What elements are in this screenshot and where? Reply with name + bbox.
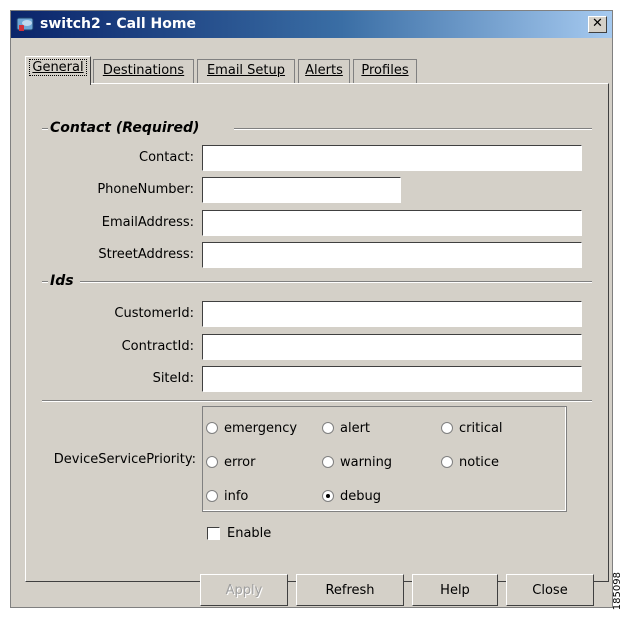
contract-id-label: ContractId: xyxy=(121,339,194,354)
window-title: switch2 - Call Home xyxy=(40,16,196,32)
email-address-label: EmailAddress: xyxy=(101,215,194,230)
contract-id-field[interactable] xyxy=(202,334,582,360)
radio-icon xyxy=(322,456,334,468)
priority-emergency-radio[interactable]: emergency xyxy=(206,419,297,437)
tab-profiles[interactable]: Profiles xyxy=(353,59,417,83)
street-address-field[interactable] xyxy=(202,242,582,268)
help-button[interactable]: Help xyxy=(412,574,498,606)
site-id-label: SiteId: xyxy=(152,371,194,386)
enable-checkbox[interactable]: Enable xyxy=(207,526,271,541)
customer-id-label: CustomerId: xyxy=(114,306,194,321)
radio-icon xyxy=(441,456,453,468)
priority-notice-radio[interactable]: notice xyxy=(441,453,499,471)
tab-general[interactable]: General xyxy=(25,56,91,85)
app-icon xyxy=(16,17,34,31)
close-window-button[interactable]: ✕ xyxy=(588,16,607,33)
tab-destinations[interactable]: Destinations xyxy=(93,59,194,83)
section-divider xyxy=(80,281,592,283)
device-service-priority-label: DeviceServicePriority: xyxy=(53,452,196,467)
tab-alerts[interactable]: Alerts xyxy=(298,59,350,83)
priority-info-radio[interactable]: info xyxy=(206,487,248,505)
call-home-dialog: switch2 - Call Home ✕ General Destinatio… xyxy=(10,10,613,608)
priority-radio-group: emergency alert critical error warning n… xyxy=(202,406,567,512)
site-id-field[interactable] xyxy=(202,366,582,392)
phone-number-field[interactable] xyxy=(202,177,401,203)
radio-icon xyxy=(206,422,218,434)
radio-checked-icon xyxy=(322,490,334,502)
ids-section-title: Ids xyxy=(48,273,76,289)
email-address-field[interactable] xyxy=(202,210,582,236)
apply-button[interactable]: Apply xyxy=(200,574,288,606)
general-panel: Contact (Required) Contact: PhoneNumber:… xyxy=(25,83,609,582)
figure-id: 185098 xyxy=(612,572,623,611)
priority-error-radio[interactable]: error xyxy=(206,453,255,471)
section-divider xyxy=(234,128,592,130)
phone-number-label: PhoneNumber: xyxy=(97,182,194,197)
title-bar[interactable]: switch2 - Call Home ✕ xyxy=(11,11,612,38)
contact-label: Contact: xyxy=(139,150,194,165)
radio-icon xyxy=(441,422,453,434)
refresh-button[interactable]: Refresh xyxy=(296,574,404,606)
priority-critical-radio[interactable]: critical xyxy=(441,419,503,437)
contact-field[interactable] xyxy=(202,145,582,171)
radio-icon xyxy=(322,422,334,434)
street-address-label: StreetAddress: xyxy=(98,247,194,262)
priority-warning-radio[interactable]: warning xyxy=(322,453,392,471)
contact-section-title: Contact (Required) xyxy=(48,120,202,136)
section-divider xyxy=(42,400,592,402)
enable-label: Enable xyxy=(227,526,272,541)
radio-icon xyxy=(206,490,218,502)
checkbox-icon xyxy=(207,527,220,540)
tab-email-setup[interactable]: Email Setup xyxy=(197,59,295,83)
radio-icon xyxy=(206,456,218,468)
customer-id-field[interactable] xyxy=(202,301,582,327)
priority-debug-radio[interactable]: debug xyxy=(322,487,381,505)
priority-alert-radio[interactable]: alert xyxy=(322,419,370,437)
close-button[interactable]: Close xyxy=(506,574,594,606)
close-icon: ✕ xyxy=(592,16,603,31)
